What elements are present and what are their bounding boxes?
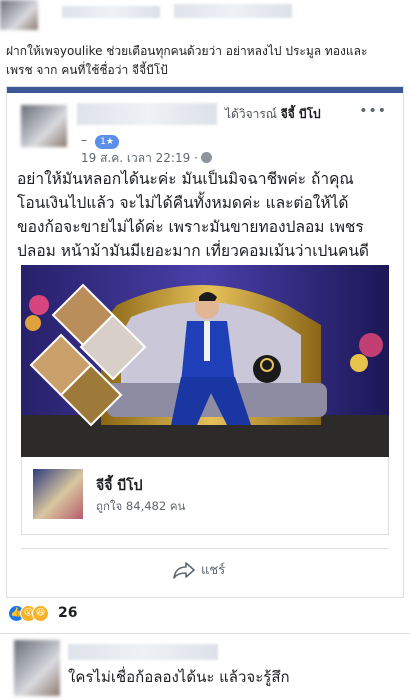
reaction-count: 26 xyxy=(58,605,78,621)
review-header: ได้วิจารณ์ จีจี้ บีโป ••• – 1★ 19 ส.ค. เ… xyxy=(21,97,391,165)
top-name-redacted xyxy=(62,6,160,18)
review-body: อย่าให้มันหลอกได้นะค่ะ มันเป็นมิจฉาชีพค่… xyxy=(17,167,395,263)
commenter-name-redacted[interactable] xyxy=(68,644,218,660)
card-top-bar xyxy=(7,87,403,93)
haha-icon: 😆 xyxy=(32,604,49,622)
review-line-1: อย่าให้มันหลอกได้นะค่ะ มันเป็นมิจฉาชีพค่… xyxy=(17,170,354,188)
reviewer-avatar-redacted[interactable] xyxy=(21,105,67,147)
commenter-avatar-redacted[interactable] xyxy=(14,640,60,696)
rating-badge: 1★ xyxy=(95,135,119,149)
rating-dash: – xyxy=(81,133,87,147)
cover-illustration xyxy=(21,265,389,457)
page-info-box[interactable]: จีจี้ บีโป ถูกใจ 84,482 คน xyxy=(21,457,389,535)
flower-left-1 xyxy=(29,295,49,315)
share-icon xyxy=(173,561,195,579)
reactions-summary[interactable]: 👍 😮 😆 26 xyxy=(8,602,77,624)
more-options-icon[interactable]: ••• xyxy=(359,103,387,119)
page-name[interactable]: จีจี้ บีโป xyxy=(96,475,143,497)
shared-review-card: ได้วิจารณ์ จีจี้ บีโป ••• – 1★ 19 ส.ค. เ… xyxy=(6,86,404,598)
reviewed-page-link[interactable]: จีจี้ บีโป xyxy=(281,107,321,121)
reviewed-prefix: ได้วิจารณ์ xyxy=(225,107,277,121)
share-label: แชร์ xyxy=(201,563,226,578)
reviewer-name-redacted[interactable] xyxy=(77,103,217,125)
page-thumbnail[interactable] xyxy=(33,469,83,519)
flower-right-2 xyxy=(350,354,368,372)
timestamp-text: 19 ส.ค. เวลา 22:19 · xyxy=(81,151,198,165)
caption-line-1: ฝากให้เพจyoulike ช่วยเตือนทุกคนด้วยว่า อ… xyxy=(6,44,368,58)
caption-line-2: เพรช จาก คนที่ใช้ชื่อว่า จีจี้บีโป้ xyxy=(6,63,168,77)
page-likes-count: ถูกใจ 84,482 คน xyxy=(96,499,186,513)
share-button[interactable]: แชร์ xyxy=(173,559,225,580)
review-line-3: ของก้อจะขายไม่ได้ค่ะ เพราะมันขายทองปลอม … xyxy=(17,218,364,236)
post-caption: ฝากให้เพจyoulike ช่วยเตือนทุกคนด้วยว่า อ… xyxy=(6,42,404,80)
review-line-2: โอนเงินไปแล้ว จะไม่ได้คืนทั้งหมดค่ะ และต… xyxy=(17,194,349,212)
flower-left-2 xyxy=(25,315,41,331)
comments-divider xyxy=(0,633,410,634)
flower-right-1 xyxy=(359,333,383,357)
globe-icon xyxy=(200,152,212,163)
card-divider xyxy=(21,548,389,549)
review-line-4: ปลอม หน้าม้ามันมีเยอะมาก เที่ยวคอมเม้นว่… xyxy=(17,242,369,260)
top-avatar-redacted[interactable] xyxy=(0,0,38,30)
post-timestamp[interactable]: 19 ส.ค. เวลา 22:19 · xyxy=(81,149,212,168)
page-cover-image[interactable] xyxy=(21,265,389,457)
top-header xyxy=(0,0,410,40)
reviewed-text: ได้วิจารณ์ จีจี้ บีโป xyxy=(225,105,321,124)
man-shirt xyxy=(204,321,210,361)
comment-text: ใครไม่เชื่อก้อลองได้นะ แล้วจะรู้สึก xyxy=(68,668,290,686)
top-meta-redacted xyxy=(174,4,292,18)
